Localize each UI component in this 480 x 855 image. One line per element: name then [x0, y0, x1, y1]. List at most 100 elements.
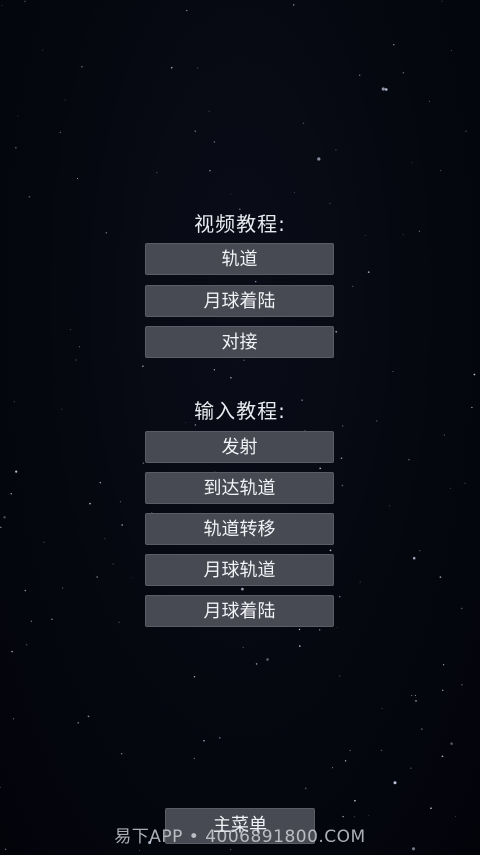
- star: [30, 620, 33, 622]
- star: [359, 581, 361, 583]
- star: [89, 502, 91, 505]
- star: [352, 285, 354, 288]
- input-orbit-transfer-button[interactable]: 轨道转移: [145, 513, 334, 545]
- star: [15, 470, 18, 473]
- input-reach-orbit-button[interactable]: 到达轨道: [145, 472, 334, 504]
- star: [354, 799, 356, 802]
- star: [368, 814, 370, 816]
- star: [441, 755, 444, 758]
- star: [384, 88, 388, 91]
- star: [42, 49, 44, 51]
- star: [24, 589, 27, 592]
- star: [112, 563, 114, 565]
- star: [412, 556, 416, 560]
- star: [298, 628, 301, 631]
- star: [213, 141, 216, 143]
- starfield-background: [0, 0, 476, 852]
- star: [64, 99, 66, 101]
- star: [230, 376, 232, 379]
- star: [193, 757, 195, 759]
- star: [344, 760, 347, 762]
- star: [359, 74, 361, 76]
- star: [243, 359, 246, 362]
- star: [367, 271, 370, 273]
- star: [119, 501, 122, 503]
- star: [219, 737, 221, 739]
- input-launch-button[interactable]: 发射: [145, 431, 334, 463]
- star: [464, 482, 466, 484]
- star: [380, 749, 383, 752]
- star: [329, 202, 331, 205]
- star: [104, 538, 106, 540]
- star: [442, 689, 444, 691]
- star: [25, 644, 28, 646]
- star: [439, 576, 442, 578]
- star: [393, 44, 395, 46]
- star: [76, 177, 79, 180]
- star: [450, 742, 453, 745]
- star: [461, 607, 463, 610]
- star: [454, 815, 456, 817]
- star: [156, 172, 158, 174]
- star: [443, 434, 445, 436]
- star: [408, 459, 410, 461]
- star: [213, 369, 216, 371]
- star: [342, 815, 344, 818]
- star: [411, 847, 416, 851]
- star: [99, 481, 102, 484]
- star: [28, 195, 31, 198]
- star: [293, 191, 295, 193]
- star: [193, 675, 196, 678]
- star: [118, 621, 120, 623]
- star: [393, 781, 397, 785]
- star: [353, 816, 355, 818]
- star: [1, 4, 3, 6]
- star: [389, 505, 391, 507]
- watermark-text: 易下APP • 4006891800.COM: [114, 827, 366, 847]
- input-lunar-orbit-button[interactable]: 月球轨道: [145, 554, 334, 586]
- video-moon-landing-button[interactable]: 月球着陆: [145, 285, 334, 317]
- star: [441, 0, 443, 2]
- video-tutorials-title: 视频教程:: [194, 212, 286, 236]
- star: [75, 359, 77, 361]
- star: [440, 170, 442, 172]
- star: [203, 739, 205, 742]
- video-docking-button[interactable]: 对接: [145, 326, 334, 358]
- input-moon-landing-button[interactable]: 月球着陆: [145, 595, 334, 627]
- star: [430, 807, 432, 810]
- star: [81, 66, 83, 68]
- star: [70, 329, 72, 331]
- star: [13, 718, 15, 720]
- star: [230, 193, 232, 195]
- star: [194, 424, 197, 426]
- star: [4, 848, 7, 851]
- star: [194, 130, 197, 133]
- star: [381, 708, 383, 710]
- star: [266, 658, 269, 661]
- star: [254, 280, 257, 283]
- star: [10, 493, 12, 495]
- star: [242, 646, 244, 649]
- star: [449, 487, 451, 489]
- star: [332, 767, 334, 769]
- star: [15, 146, 17, 149]
- star: [414, 694, 417, 697]
- star: [329, 549, 332, 552]
- star: [0, 526, 2, 529]
- star: [0, 786, 1, 788]
- star: [465, 130, 467, 132]
- star: [11, 650, 13, 653]
- video-orbit-button[interactable]: 轨道: [145, 243, 334, 275]
- star: [24, 0, 26, 3]
- star: [241, 587, 244, 591]
- star: [335, 330, 338, 333]
- star: [410, 767, 412, 769]
- star: [442, 664, 445, 666]
- star: [341, 484, 344, 487]
- star: [319, 629, 321, 631]
- star: [473, 373, 476, 376]
- star: [419, 550, 421, 552]
- star: [59, 131, 61, 134]
- star: [349, 750, 351, 752]
- star: [170, 66, 173, 69]
